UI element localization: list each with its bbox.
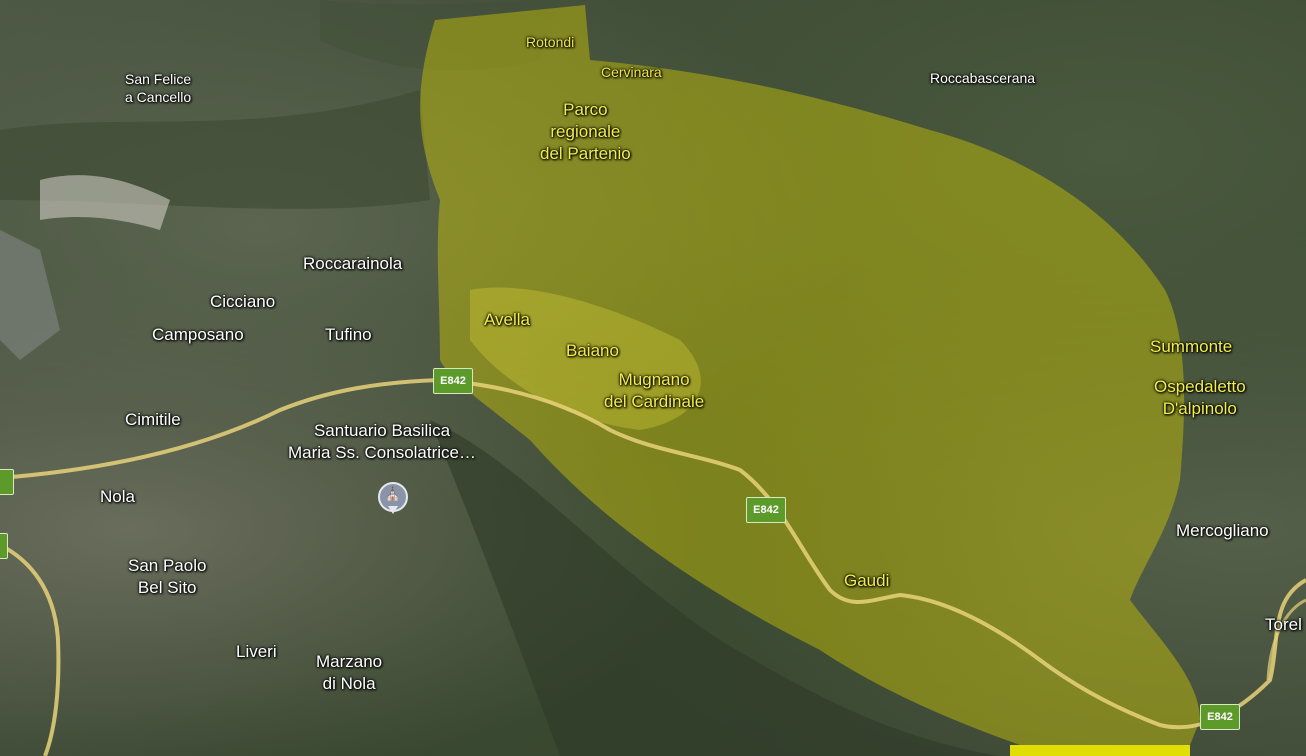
road-shield-partial[interactable]: 2 xyxy=(0,469,14,495)
place-san-felice[interactable]: San Felice a Cancello xyxy=(125,70,191,106)
road-shield-e842[interactable]: E842 xyxy=(746,497,786,523)
place-san-paolo-line1: San Paolo xyxy=(128,556,207,575)
place-parco-line3: del Partenio xyxy=(540,144,631,163)
place-san-felice-line2: a Cancello xyxy=(125,89,192,105)
place-mugnano-line2: del Cardinale xyxy=(604,392,705,411)
place-marzano-line1: Marzano xyxy=(316,652,383,671)
place-cicciano[interactable]: Cicciano xyxy=(210,291,275,313)
church-icon[interactable]: ⛪ xyxy=(378,482,408,514)
place-rotondi[interactable]: Rotondi xyxy=(526,33,574,51)
place-san-paolo[interactable]: San Paolo Bel Sito xyxy=(128,555,206,599)
road-shield-e842[interactable]: E842 xyxy=(433,368,473,394)
place-san-paolo-line2: Bel Sito xyxy=(137,578,197,597)
place-baiano[interactable]: Baiano xyxy=(566,340,619,362)
place-santuario[interactable]: Santuario Basilica Maria Ss. Consolatric… xyxy=(288,420,476,464)
place-parco-line2: regionale xyxy=(550,122,621,141)
place-avella[interactable]: Avella xyxy=(484,309,530,331)
place-ospedaletto-line1: Ospedaletto xyxy=(1154,377,1246,396)
place-parco-partenio[interactable]: Parco regionale del Partenio xyxy=(540,99,631,165)
place-marzano-line2: di Nola xyxy=(322,674,376,693)
place-cervinara[interactable]: Cervinara xyxy=(601,63,662,81)
place-torelli[interactable]: Torel xyxy=(1265,614,1302,636)
satellite-map[interactable]: Rotondi Cervinara Roccabascerana San Fel… xyxy=(0,0,1306,756)
place-tufino[interactable]: Tufino xyxy=(325,324,372,346)
place-liveri[interactable]: Liveri xyxy=(236,641,277,663)
place-summonte[interactable]: Summonte xyxy=(1150,336,1232,358)
place-santuario-line1: Santuario Basilica xyxy=(313,421,451,440)
place-gaudi[interactable]: Gaudi xyxy=(844,570,889,592)
place-camposano[interactable]: Camposano xyxy=(152,324,244,346)
place-ospedaletto[interactable]: Ospedaletto D'alpinolo xyxy=(1154,376,1246,420)
place-mercogliano[interactable]: Mercogliano xyxy=(1176,520,1269,542)
place-ospedaletto-line2: D'alpinolo xyxy=(1162,399,1237,418)
road-shield-partial[interactable]: 2 xyxy=(0,533,8,559)
place-mugnano[interactable]: Mugnano del Cardinale xyxy=(604,369,704,413)
place-nola[interactable]: Nola xyxy=(100,486,135,508)
place-parco-line1: Parco xyxy=(563,100,608,119)
place-roccarainola[interactable]: Roccarainola xyxy=(303,253,402,275)
place-san-felice-line1: San Felice xyxy=(125,71,192,87)
place-santuario-line2: Maria Ss. Consolatrice… xyxy=(288,443,477,462)
place-cimitile[interactable]: Cimitile xyxy=(125,409,181,431)
place-marzano[interactable]: Marzano di Nola xyxy=(316,651,382,695)
place-mugnano-line1: Mugnano xyxy=(618,370,690,389)
place-roccabascerana[interactable]: Roccabascerana xyxy=(930,69,1035,87)
road-shield-e842[interactable]: E842 xyxy=(1200,704,1240,730)
